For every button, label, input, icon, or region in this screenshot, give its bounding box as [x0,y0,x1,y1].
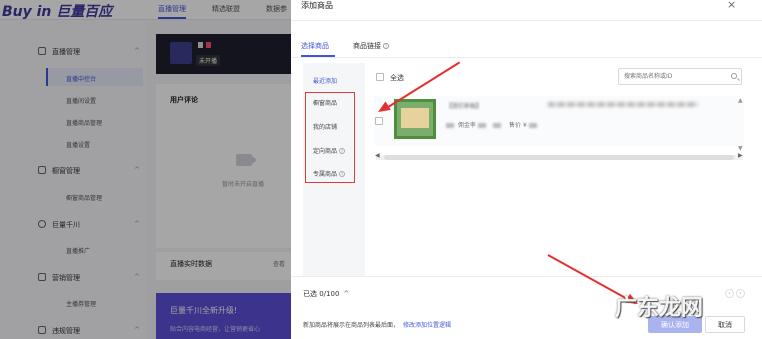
search-icon[interactable] [731,73,737,79]
watermark-logo: 广东龙网 [615,295,704,321]
prev-page-icon[interactable]: ‹ [725,289,734,298]
divider [291,57,762,58]
highlight-box [305,92,355,183]
product-meta: 佣金率 售价 ¥ [446,120,537,129]
selected-count[interactable]: 已选 0/100 ^ [303,289,349,299]
select-all-checkbox[interactable]: 全选 [376,73,404,83]
product-row[interactable]: 【百亿补贴】 佣金率 售价 ¥ [374,96,744,146]
scroll-down-icon[interactable]: ▼ [738,145,743,152]
add-product-drawer: 添加商品 × 选择商品 商品链接? 最近添加 橱窗商品 我的店铺 定向商品? 专… [291,0,762,339]
tab-product-link[interactable]: 商品链接? [353,41,389,51]
product-image [394,99,436,139]
horizontal-scrollbar[interactable]: ◀ ▶ [375,152,743,160]
product-checkbox[interactable] [375,117,383,125]
blurred-text [548,102,698,107]
scroll-right-icon[interactable]: ▶ [738,152,743,159]
cancel-button[interactable]: 取消 [705,316,745,333]
scroll-up-icon[interactable]: ▲ [738,97,743,104]
checkbox[interactable] [376,73,384,81]
search-input[interactable] [618,68,742,85]
help-icon: ? [383,43,389,49]
product-title: 【百亿补贴】 [446,103,483,110]
drawer-title: 添加商品 [301,1,333,10]
close-icon[interactable]: × [727,0,736,11]
next-page-icon[interactable]: › [736,289,745,298]
chevron-up-icon: ^ [343,290,350,298]
tab-select-products[interactable]: 选择商品 [301,41,329,51]
divider [291,20,762,21]
scroll-left-icon[interactable]: ◀ [375,152,380,159]
category-recent[interactable]: 最近添加 [313,76,337,85]
modify-position-link[interactable]: 修改添加位置逻辑 [403,322,451,329]
pager: ‹ › [723,289,745,298]
scrollbar-thumb[interactable] [384,155,734,160]
divider [291,276,762,277]
position-note: 新加商品将展示在商品列表最后面， 修改添加位置逻辑 [303,322,452,329]
